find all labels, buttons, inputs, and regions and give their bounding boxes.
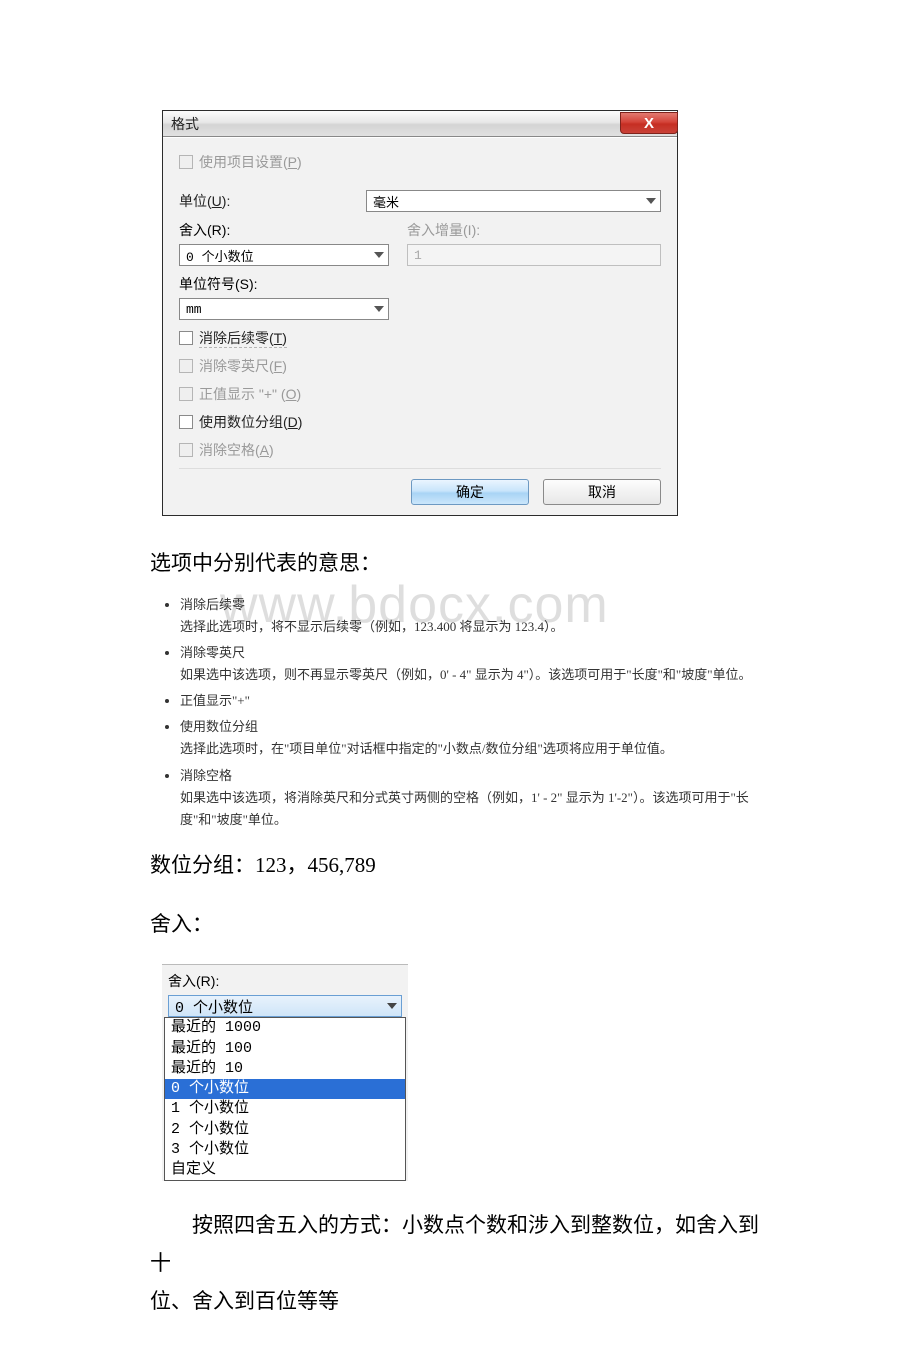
format-dialog: 格式 X 使用项目设置(P) 单位(U): 毫米 (162, 110, 678, 516)
chevron-down-icon (374, 252, 384, 258)
digit-grouping-checkbox[interactable] (179, 415, 193, 429)
suppress-spaces-checkbox (179, 443, 193, 457)
suppress-zero-feet-checkbox (179, 359, 193, 373)
unit-symbol-row: 单位符号(S): mm (179, 274, 389, 320)
rounding-select[interactable]: 0 个小数位 (179, 244, 389, 266)
suppress-trailing-zeros-label: 消除后续零(T) (199, 328, 287, 348)
rounding-increment-label: 舍入增量(I): (407, 220, 661, 240)
suppress-trailing-zeros-checkbox[interactable] (179, 331, 193, 345)
use-project-settings-checkbox[interactable] (179, 155, 193, 169)
digit-grouping-label: 使用数位分组(D) (199, 412, 302, 432)
rounding-option[interactable]: 3 个小数位 (165, 1140, 405, 1160)
rounding-options-list: 最近的 1000最近的 100最近的 100 个小数位1 个小数位2 个小数位3… (164, 1017, 406, 1181)
suppress-spaces-label: 消除空格(A) (199, 440, 274, 460)
rounding-option[interactable]: 最近的 100 (165, 1039, 405, 1059)
dialog-titlebar: 格式 X (163, 111, 677, 137)
close-button[interactable]: X (620, 112, 678, 134)
use-project-settings-label: 使用项目设置(P) (199, 152, 302, 172)
rounding-label: 舍入(R): (179, 220, 389, 240)
suppress-zero-feet-label: 消除零英尺(F) (199, 356, 287, 376)
rounding-option[interactable]: 0 个小数位 (165, 1079, 405, 1099)
options-heading: 选项中分别代表的意思： (150, 544, 770, 584)
unit-symbol-select[interactable]: mm (179, 298, 389, 320)
unit-symbol-label: 单位符号(S): (179, 274, 389, 294)
dialog-button-row: 确定 取消 (179, 468, 661, 505)
rounding-snippet-select[interactable]: 0 个小数位 (168, 995, 402, 1017)
unit-row: 单位(U): 毫米 (179, 190, 661, 212)
show-plus-label: 正值显示 "+" (O) (199, 384, 301, 404)
rounding-option[interactable]: 自定义 (165, 1160, 405, 1180)
unit-select[interactable]: 毫米 (366, 190, 661, 212)
list-item: 消除空格如果选中该选项，将消除英尺和分式英寸两侧的空格（例如，1' - 2" 显… (180, 765, 770, 831)
unit-value: 毫米 (373, 192, 399, 211)
rounding-snippet-label: 舍入(R): (162, 971, 408, 995)
rounding-heading: 舍入： (150, 906, 770, 944)
rounding-explanation: 按照四舍五入的方式：小数点个数和涉入到整数位，如舍入到十 位、舍入到百位等等 (150, 1207, 770, 1320)
dialog-body: 使用项目设置(P) 单位(U): 毫米 舍入(R): (163, 137, 677, 515)
list-item: 消除后续零选择此选项时，将不显示后续零（例如，123.400 将显示为 123.… (180, 594, 770, 638)
rounding-option[interactable]: 最近的 1000 (165, 1018, 405, 1038)
ok-button[interactable]: 确定 (411, 479, 529, 505)
list-item: 正值显示"+" (180, 690, 770, 712)
use-project-settings-row: 使用项目设置(P) (179, 152, 661, 172)
unit-symbol-value: mm (186, 302, 202, 317)
unit-label: 单位(U): (179, 191, 354, 211)
show-plus-checkbox (179, 387, 193, 401)
chevron-down-icon (387, 1003, 397, 1009)
dialog-title: 格式 (171, 114, 199, 134)
digit-grouping-example: 数位分组：123，456,789 (150, 847, 770, 885)
chevron-down-icon (374, 306, 384, 312)
rounding-increment-input: 1 (407, 244, 661, 266)
rounding-row: 舍入(R): 0 个小数位 舍入增量(I): 1 (179, 220, 661, 266)
option-explanation-list: 消除后续零选择此选项时，将不显示后续零（例如，123.400 将显示为 123.… (150, 594, 770, 831)
close-icon: X (644, 115, 654, 132)
rounding-dropdown-snippet: 舍入(R): 0 个小数位 最近的 1000最近的 100最近的 100 个小数… (162, 964, 408, 1181)
chevron-down-icon (646, 198, 656, 204)
list-item: 消除零英尺如果选中该选项，则不再显示零英尺（例如，0' - 4" 显示为 4"）… (180, 642, 770, 686)
list-item: 使用数位分组选择此选项时，在"项目单位"对话框中指定的"小数点/数位分组"选项将… (180, 716, 770, 760)
rounding-option[interactable]: 2 个小数位 (165, 1120, 405, 1140)
rounding-option[interactable]: 1 个小数位 (165, 1099, 405, 1119)
cancel-button[interactable]: 取消 (543, 479, 661, 505)
rounding-option[interactable]: 最近的 10 (165, 1059, 405, 1079)
rounding-snippet-value: 0 个小数位 (175, 996, 253, 1017)
rounding-value: 0 个小数位 (186, 246, 254, 265)
